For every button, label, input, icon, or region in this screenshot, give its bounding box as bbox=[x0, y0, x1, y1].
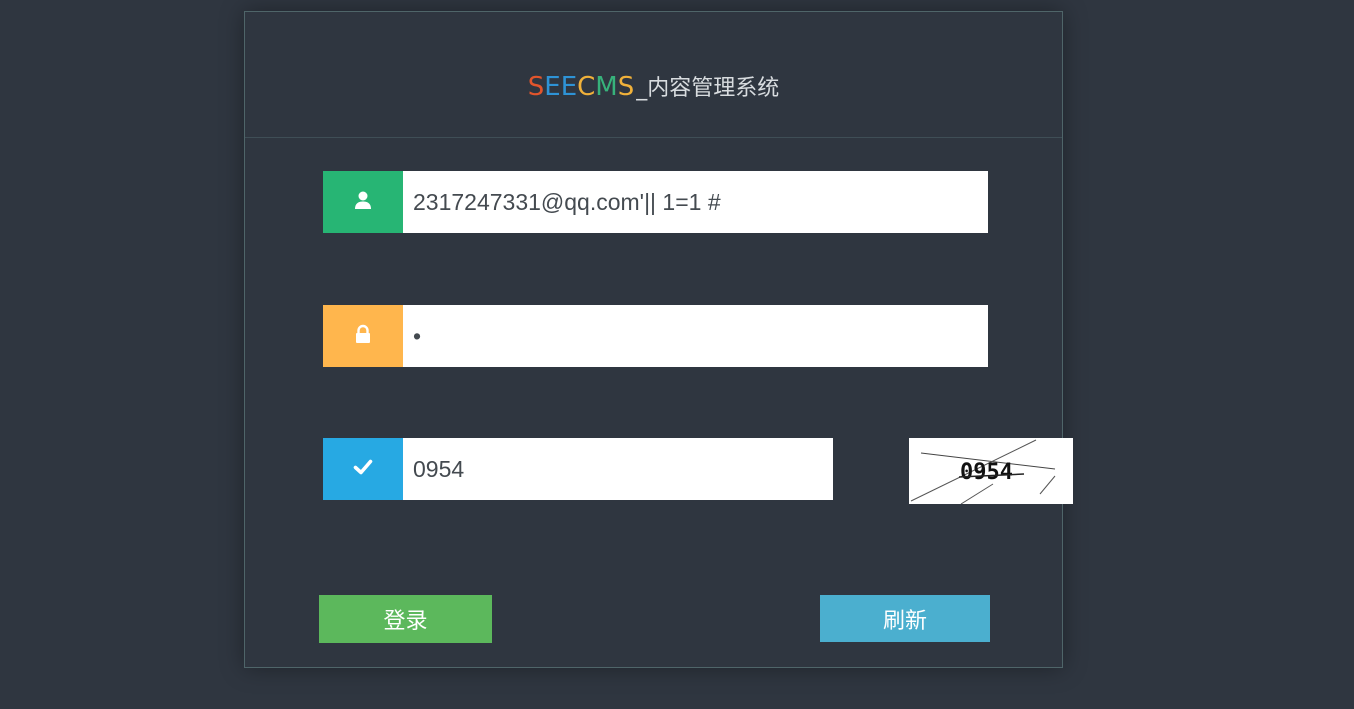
logo-suffix: _内容管理系统 bbox=[636, 76, 780, 101]
password-icon-box bbox=[323, 305, 403, 367]
username-input[interactable] bbox=[403, 171, 988, 233]
logo-letter-m: M bbox=[595, 72, 618, 102]
username-icon-box bbox=[323, 171, 403, 233]
logo-letter-e1: E bbox=[544, 72, 561, 102]
captcha-text: 0954 bbox=[960, 460, 1013, 485]
logo-letter-s1: S bbox=[527, 72, 545, 102]
site-logo: SEECMS_内容管理系统 bbox=[245, 70, 1062, 106]
logo-letter-s2: S bbox=[617, 72, 635, 102]
login-button[interactable]: 登录 bbox=[319, 595, 492, 643]
user-icon bbox=[352, 189, 374, 215]
captcha-icon-box bbox=[323, 438, 403, 500]
logo-letter-e2: E bbox=[560, 72, 578, 102]
check-icon bbox=[352, 456, 374, 482]
refresh-button[interactable]: 刷新 bbox=[820, 595, 990, 642]
captcha-input[interactable] bbox=[403, 438, 833, 500]
login-panel: SEECMS_内容管理系统 2317247331@qq.com'|| 1=1 #… bbox=[244, 11, 1073, 668]
password-input[interactable] bbox=[403, 305, 988, 367]
login-header: SEECMS_内容管理系统 bbox=[245, 12, 1062, 138]
captcha-image[interactable]: 0954 bbox=[909, 438, 1073, 505]
lock-icon bbox=[352, 323, 374, 349]
logo-letter-c: C bbox=[577, 72, 596, 102]
